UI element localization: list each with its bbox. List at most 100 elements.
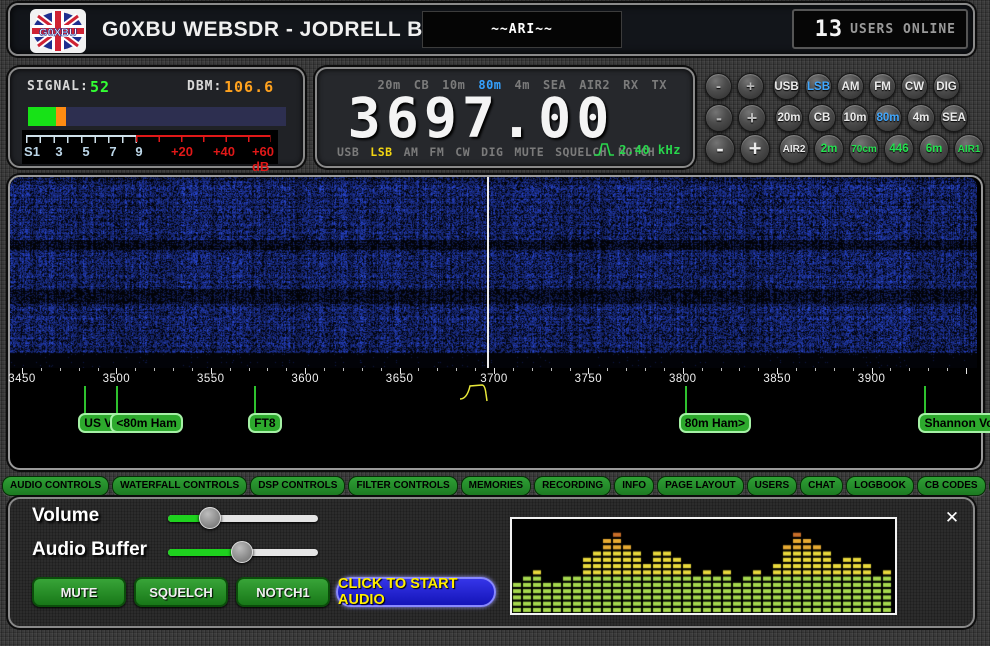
80m-button[interactable]: 80m <box>874 104 902 132</box>
marker-ft8[interactable]: FT8 <box>248 413 281 433</box>
frequency-scale-tick <box>966 368 967 374</box>
tab-logbook[interactable]: LOGBOOK <box>846 476 914 496</box>
fm-button[interactable]: FM <box>869 73 896 100</box>
frequency-scale-tick <box>890 368 891 371</box>
start-audio-button[interactable]: CLICK TO START AUDIO <box>336 577 496 607</box>
volume-slider[interactable] <box>168 507 318 529</box>
s-meter-label-60-db: +60 dB <box>252 144 274 174</box>
mode-indicator-fm: FM <box>429 145 444 159</box>
step-plus-button-row3[interactable]: + <box>740 134 770 164</box>
frequency-scale-tick <box>267 368 268 371</box>
usb-button[interactable]: USB <box>773 73 800 100</box>
frequency-scale-tick <box>664 368 665 371</box>
tuned-frequency-display: 3697.00 <box>317 86 693 150</box>
tab-info[interactable]: INFO <box>614 476 654 496</box>
mode-indicator-dig: DIG <box>481 145 503 159</box>
marker-shannon-volmet[interactable]: Shannon Volmet <box>918 413 990 433</box>
lsb-button[interactable]: LSB <box>805 73 832 100</box>
notch1-button[interactable]: NOTCH1 <box>236 577 330 607</box>
bandwidth-value: 2.40 kHz <box>619 143 681 157</box>
tuned-frequency-cursor <box>487 177 489 368</box>
frequency-scale-label-3500: 3500 <box>96 373 136 385</box>
frequency-scale-tick <box>135 368 136 371</box>
control-tabs-bar: AUDIO CONTROLSWATERFALL CONTROLSDSP CONT… <box>2 476 988 496</box>
frequency-scale-tick <box>249 368 250 371</box>
mode-indicator-usb: USB <box>337 145 359 159</box>
marker-line-shannon-volmet <box>924 386 926 416</box>
signal-label: SIGNAL: <box>27 79 89 94</box>
air2-button[interactable]: AIR2 <box>779 134 809 164</box>
marker-80m-ham[interactable]: <80m Ham <box>110 413 182 433</box>
volume-label: Volume <box>32 505 99 527</box>
marker-line-80m-ham <box>116 386 118 416</box>
20m-button[interactable]: 20m <box>775 104 803 132</box>
frequency-scale-tick <box>324 368 325 371</box>
waterfall-display[interactable] <box>10 177 977 368</box>
frequency-scale-tick <box>570 368 571 371</box>
waterfall-panel: 3450350035503600365037003750380038503900… <box>8 175 983 470</box>
frequency-scale-tick <box>286 368 287 371</box>
cw-button[interactable]: CW <box>901 73 928 100</box>
2m-button[interactable]: 2m <box>814 134 844 164</box>
tab-filter-controls[interactable]: FILTER CONTROLS <box>348 476 457 496</box>
s-meter-label-40: +40 <box>213 144 235 159</box>
frequency-scale-tick <box>192 368 193 371</box>
step-minus-button-row2[interactable]: - <box>705 104 733 132</box>
10m-button[interactable]: 10m <box>841 104 869 132</box>
signal-meter-bar <box>28 107 286 126</box>
4m-button[interactable]: 4m <box>907 104 935 132</box>
passband-shape-indicator <box>459 380 495 402</box>
frequency-scale-tick <box>173 368 174 371</box>
6m-button[interactable]: 6m <box>919 134 949 164</box>
step-plus-button-row1[interactable]: + <box>737 73 764 100</box>
frequency-scale-tick <box>928 368 929 371</box>
tab-recording[interactable]: RECORDING <box>534 476 611 496</box>
signal-meter-green-segment <box>28 107 56 126</box>
tab-cb-codes[interactable]: CB CODES <box>917 476 986 496</box>
446-button[interactable]: 446 <box>884 134 914 164</box>
volume-slider-thumb[interactable] <box>199 507 221 529</box>
frequency-scale-tick <box>645 368 646 371</box>
audio-buffer-slider[interactable] <box>168 541 318 563</box>
s-meter-label-s1: S1 <box>24 144 40 159</box>
sea-button[interactable]: SEA <box>940 104 968 132</box>
frequency-scale-tick <box>834 368 835 371</box>
am-button[interactable]: AM <box>837 73 864 100</box>
s-meter-white-line <box>26 135 136 137</box>
tab-users[interactable]: USERS <box>747 476 797 496</box>
step-minus-button-row3[interactable]: - <box>705 134 735 164</box>
frequency-scale-tick <box>796 368 797 371</box>
cb-button[interactable]: CB <box>808 104 836 132</box>
users-count: 13 <box>815 17 844 42</box>
button-grid-row-3: -+ AIR22m70cm4466mAIR1 <box>705 134 984 164</box>
frequency-scale-label-3750: 3750 <box>568 373 608 385</box>
frequency-scale-label-3900: 3900 <box>852 373 892 385</box>
s-meter-label-20: +20 <box>171 144 193 159</box>
frequency-scale-tick <box>362 368 363 371</box>
signal-value: 52 <box>90 78 110 96</box>
audio-buffer-slider-thumb[interactable] <box>231 541 253 563</box>
air1-button[interactable]: AIR1 <box>954 134 984 164</box>
frequency-scale-tick <box>230 368 231 371</box>
tab-dsp-controls[interactable]: DSP CONTROLS <box>250 476 345 496</box>
tab-page-layout[interactable]: PAGE LAYOUT <box>657 476 744 496</box>
squelch-button[interactable]: SQUELCH <box>134 577 228 607</box>
marker-80m-ham[interactable]: 80m Ham> <box>679 413 751 433</box>
close-icon[interactable]: ✕ <box>941 507 963 529</box>
step-plus-button-row2[interactable]: + <box>738 104 766 132</box>
bandwidth-indicator: 2.40 kHz <box>593 142 681 157</box>
dig-button[interactable]: DIG <box>933 73 960 100</box>
frequency-scale-tick <box>626 368 627 371</box>
step-minus-button-row1[interactable]: - <box>705 73 732 100</box>
tab-memories[interactable]: MEMORIES <box>461 476 531 496</box>
audio-controls-panel: Volume Audio Buffer MUTE SQUELCH NOTCH1 … <box>8 497 975 628</box>
tab-waterfall-controls[interactable]: WATERFALL CONTROLS <box>112 476 247 496</box>
tab-chat[interactable]: CHAT <box>800 476 843 496</box>
mute-button[interactable]: MUTE <box>32 577 126 607</box>
frequency-scale-tick <box>437 368 438 371</box>
frequency-scale-tick <box>41 368 42 371</box>
frequency-scale-label-3850: 3850 <box>757 373 797 385</box>
tab-audio-controls[interactable]: AUDIO CONTROLS <box>2 476 109 496</box>
frequency-scale-tick <box>739 368 740 371</box>
70cm-button[interactable]: 70cm <box>849 134 879 164</box>
